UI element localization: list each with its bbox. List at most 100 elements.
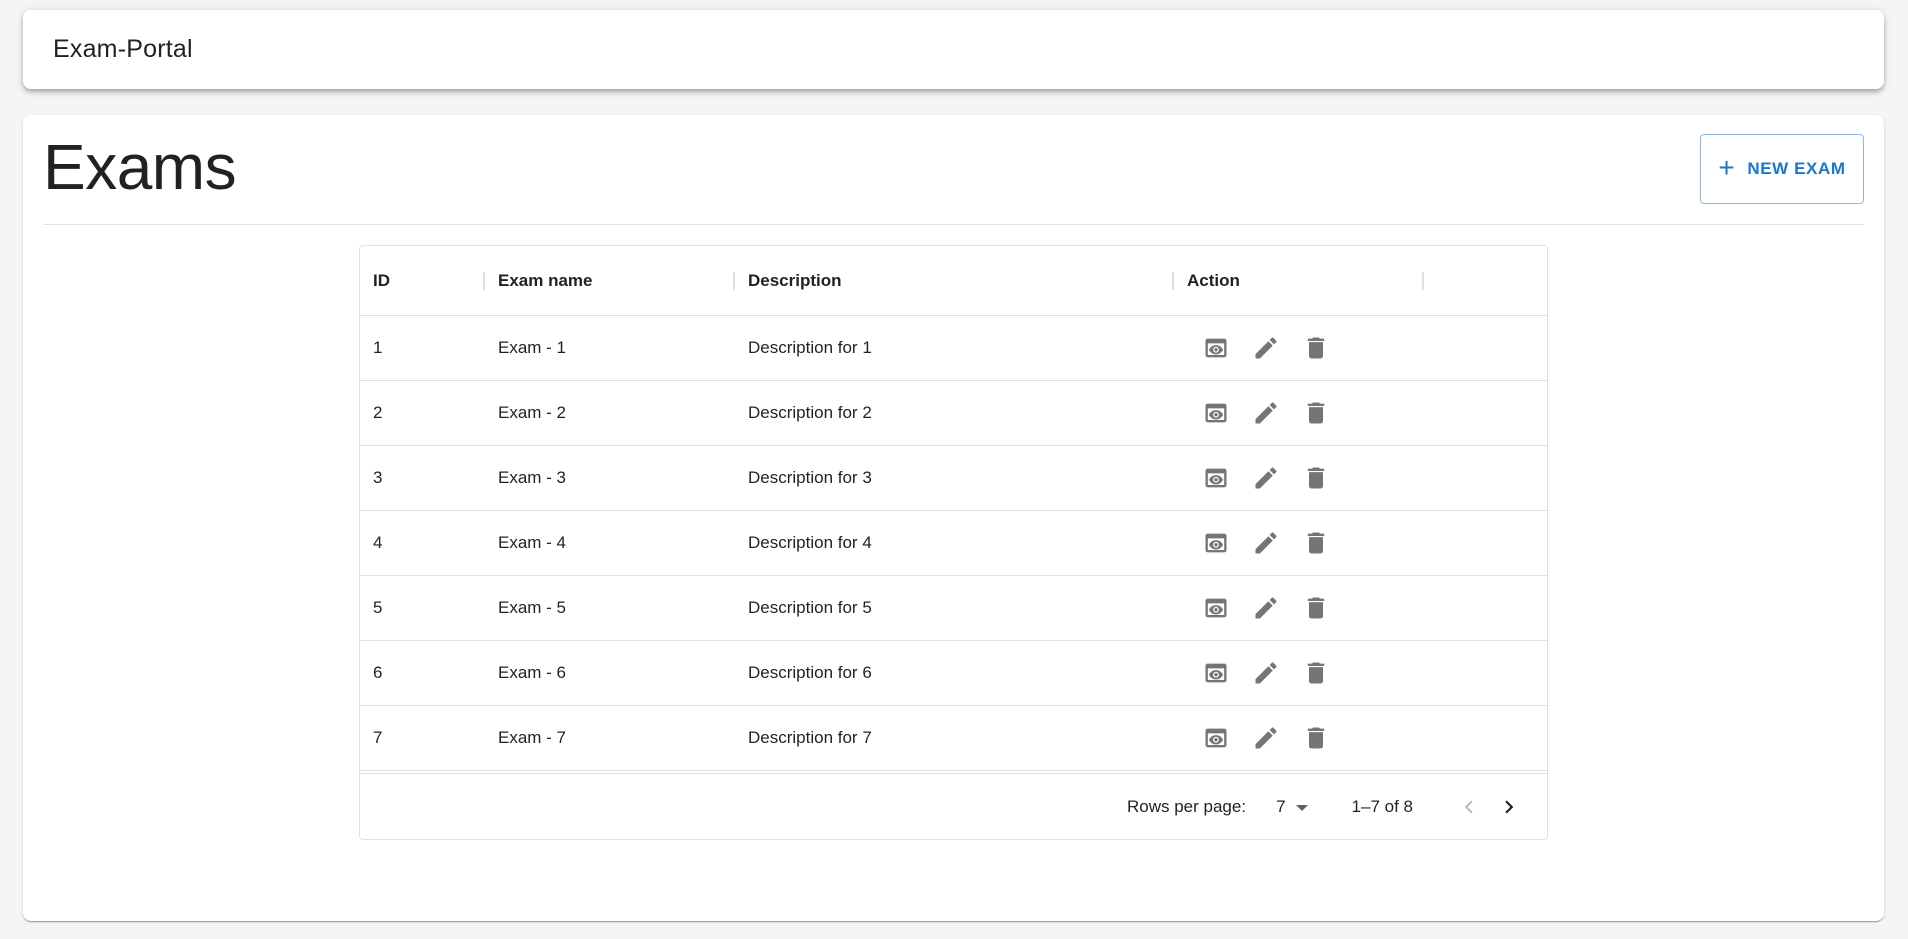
- edit-exam-button[interactable]: [1249, 721, 1283, 755]
- column-header-description[interactable]: Description: [735, 246, 1174, 315]
- edit-icon: [1255, 597, 1277, 619]
- cell-exam-name: Exam - 1: [498, 338, 567, 357]
- table-row[interactable]: 1 Exam - 1 Description for 1: [360, 316, 1547, 381]
- delete-exam-button[interactable]: [1299, 331, 1333, 365]
- cell-description: Description for 2: [748, 403, 872, 422]
- exams-card: Exams + NEW EXAM ID Exam name Descriptio…: [23, 115, 1884, 921]
- edit-exam-button[interactable]: [1249, 526, 1283, 560]
- rows-per-page-select[interactable]: 7: [1276, 796, 1308, 817]
- column-header-label: ID: [373, 270, 390, 290]
- edit-exam-button[interactable]: [1249, 591, 1283, 625]
- delete-exam-button[interactable]: [1299, 591, 1333, 625]
- rows-per-page-label: Rows per page:: [1127, 796, 1247, 816]
- delete-icon: [1307, 727, 1325, 749]
- chevron-right-icon: [1505, 800, 1514, 813]
- cell-id: 5: [373, 598, 383, 617]
- delete-exam-button[interactable]: [1299, 721, 1333, 755]
- column-header-exam-name[interactable]: Exam name: [485, 246, 735, 315]
- cell-description: Description for 6: [748, 663, 872, 682]
- row-actions: [1187, 721, 1333, 755]
- cell-id: 6: [373, 663, 383, 682]
- delete-icon: [1307, 597, 1325, 619]
- column-header-label: Action: [1187, 270, 1240, 290]
- cell-filler: [1424, 641, 1547, 705]
- view-exam-button[interactable]: [1199, 331, 1233, 365]
- delete-exam-button[interactable]: [1299, 526, 1333, 560]
- title-divider: [43, 224, 1864, 225]
- new-exam-button-label: NEW EXAM: [1747, 159, 1846, 178]
- cell-exam-name: Exam - 3: [498, 468, 567, 487]
- view-icon: [1205, 468, 1227, 488]
- table-row[interactable]: 5 Exam - 5 Description for 5: [360, 576, 1547, 641]
- delete-icon: [1307, 662, 1325, 684]
- view-exam-button[interactable]: [1199, 721, 1233, 755]
- table-pagination: Rows per page: 7 1–7 of 8: [360, 773, 1547, 839]
- chevron-down-icon: [1295, 804, 1308, 811]
- view-exam-button[interactable]: [1199, 656, 1233, 690]
- new-exam-button[interactable]: + NEW EXAM: [1700, 134, 1864, 204]
- delete-icon: [1307, 402, 1325, 424]
- cell-description: Description for 5: [748, 598, 872, 617]
- edit-icon: [1255, 337, 1277, 359]
- cell-actions: [1174, 641, 1424, 705]
- cell-exam-name: Exam - 4: [498, 533, 567, 552]
- view-icon: [1205, 663, 1227, 683]
- cell-actions: [1174, 446, 1424, 510]
- edit-icon: [1255, 532, 1277, 554]
- cell-id: 4: [373, 533, 383, 552]
- view-icon: [1205, 598, 1227, 618]
- view-exam-button[interactable]: [1199, 461, 1233, 495]
- table-row[interactable]: 3 Exam - 3 Description for 3: [360, 446, 1547, 511]
- row-actions: [1187, 656, 1333, 690]
- view-icon: [1205, 403, 1227, 423]
- cell-exam-name: Exam - 2: [498, 403, 567, 422]
- delete-exam-button[interactable]: [1299, 396, 1333, 430]
- column-header-label: Description: [748, 270, 842, 290]
- column-header-id[interactable]: ID: [360, 246, 485, 315]
- table-row[interactable]: 7 Exam - 7 Description for 7: [360, 706, 1547, 771]
- table-row[interactable]: 2 Exam - 2 Description for 2: [360, 381, 1547, 446]
- edit-exam-button[interactable]: [1249, 656, 1283, 690]
- cell-actions: [1174, 511, 1424, 575]
- cell-actions: [1174, 576, 1424, 640]
- previous-page-button[interactable]: [1449, 787, 1489, 827]
- table-row[interactable]: 4 Exam - 4 Description for 4: [360, 511, 1547, 576]
- delete-exam-button[interactable]: [1299, 461, 1333, 495]
- cell-exam-name: Exam - 6: [498, 663, 567, 682]
- cell-actions: [1174, 381, 1424, 445]
- cell-actions: [1174, 316, 1424, 380]
- delete-icon: [1307, 532, 1325, 554]
- row-actions: [1187, 331, 1333, 365]
- view-exam-button[interactable]: [1199, 396, 1233, 430]
- row-actions: [1187, 461, 1333, 495]
- edit-exam-button[interactable]: [1249, 331, 1283, 365]
- cell-id: 3: [373, 468, 383, 487]
- view-exam-button[interactable]: [1199, 526, 1233, 560]
- view-exam-button[interactable]: [1199, 591, 1233, 625]
- cell-description: Description for 3: [748, 468, 872, 487]
- app-bar: Exam-Portal: [23, 10, 1884, 89]
- cell-filler: [1424, 316, 1547, 380]
- cell-filler: [1424, 446, 1547, 510]
- delete-icon: [1307, 337, 1325, 359]
- app-title: Exam-Portal: [53, 35, 193, 63]
- rows-per-page-value: 7: [1276, 796, 1286, 816]
- plus-icon: +: [1718, 152, 1736, 183]
- cell-exam-name: Exam - 5: [498, 598, 567, 617]
- cell-id: 2: [373, 403, 383, 422]
- delete-icon: [1307, 467, 1325, 489]
- edit-exam-button[interactable]: [1249, 396, 1283, 430]
- row-actions: [1187, 591, 1333, 625]
- next-page-button[interactable]: [1489, 787, 1529, 827]
- cell-description: Description for 1: [748, 338, 872, 357]
- delete-exam-button[interactable]: [1299, 656, 1333, 690]
- table-row[interactable]: 6 Exam - 6 Description for 6: [360, 641, 1547, 706]
- edit-icon: [1255, 662, 1277, 684]
- table-header: ID Exam name Description Action: [360, 246, 1547, 316]
- exams-table: ID Exam name Description Action 1 Exam - …: [359, 245, 1548, 840]
- edit-exam-button[interactable]: [1249, 461, 1283, 495]
- column-header-label: Exam name: [498, 270, 593, 290]
- edit-icon: [1255, 467, 1277, 489]
- cell-actions: [1174, 706, 1424, 770]
- column-header-action[interactable]: Action: [1174, 246, 1424, 315]
